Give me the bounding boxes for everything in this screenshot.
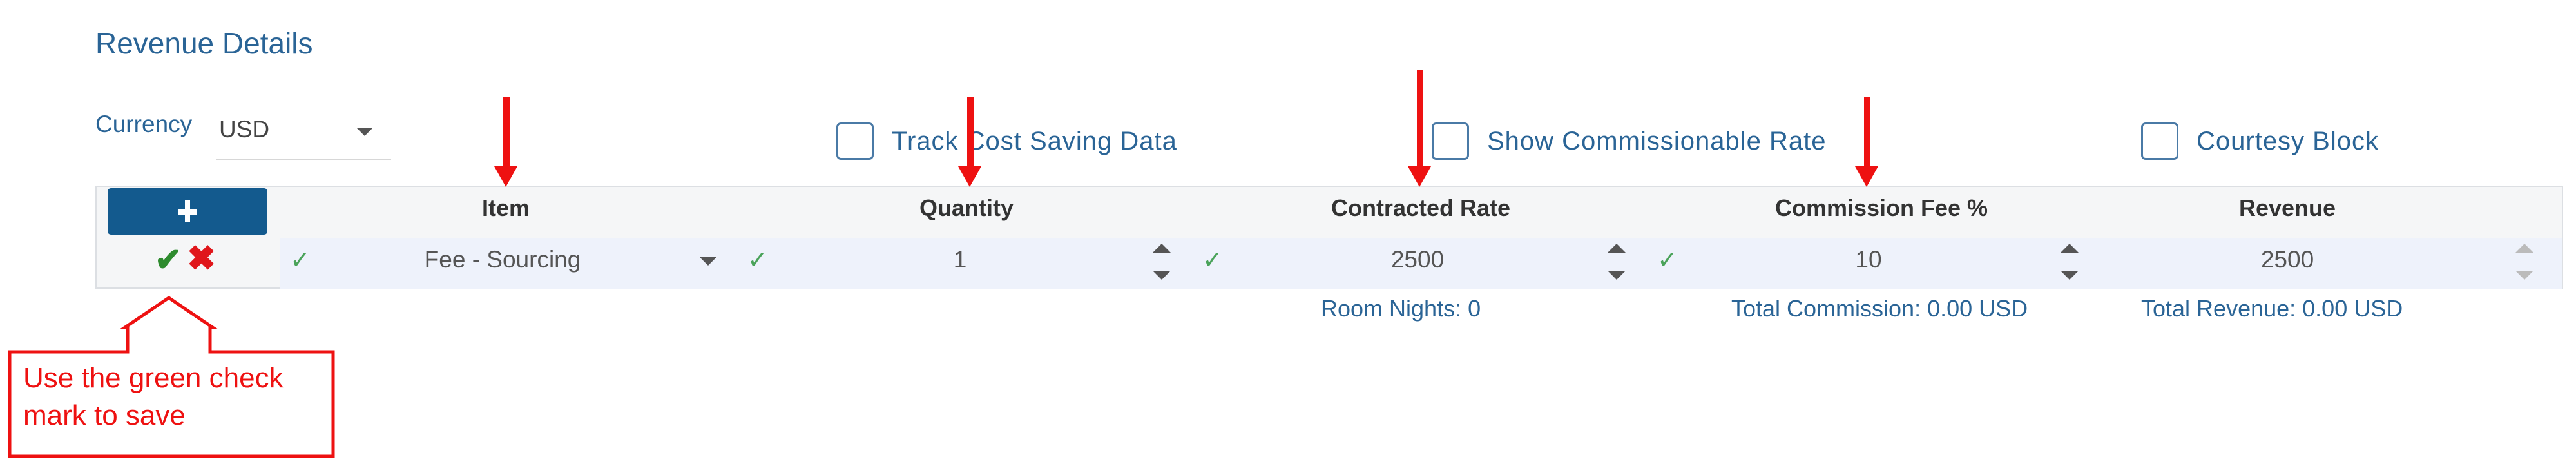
column-header-commission-fee: Commission Fee % bbox=[1774, 195, 1988, 221]
show-commissionable-rate-label: Show Commissionable Rate bbox=[1487, 126, 1827, 155]
add-row-button[interactable]: + bbox=[108, 188, 267, 235]
column-header-quantity: Quantity bbox=[919, 195, 1014, 221]
track-cost-saving-label: Track Cost Saving Data bbox=[892, 126, 1177, 155]
stepper-up-icon bbox=[2515, 244, 2533, 253]
annotation-arrow-icon bbox=[1855, 97, 1878, 187]
stepper-up-icon[interactable] bbox=[2061, 244, 2079, 253]
track-cost-saving-checkbox[interactable]: Track Cost Saving Data bbox=[836, 122, 1177, 160]
checkbox-box[interactable] bbox=[2141, 122, 2178, 160]
checkbox-box[interactable] bbox=[836, 122, 874, 160]
currency-label: Currency bbox=[95, 111, 193, 137]
total-revenue-summary: Total Revenue: 0.00 USD bbox=[2141, 295, 2403, 322]
revenue-value: 2500 bbox=[2260, 246, 2314, 273]
valid-check-icon: ✓ bbox=[290, 247, 311, 274]
commission-fee-stepper[interactable] bbox=[2060, 244, 2079, 280]
valid-check-icon: ✓ bbox=[1657, 247, 1678, 274]
contracted-rate-input[interactable]: 2500 bbox=[1340, 246, 1495, 273]
currency-value: USD bbox=[219, 116, 270, 142]
column-header-item: Item bbox=[481, 195, 530, 221]
cancel-x-icon[interactable]: ✖ bbox=[187, 241, 216, 276]
stepper-up-icon[interactable] bbox=[1153, 244, 1171, 253]
room-nights-summary: Room Nights: 0 bbox=[1321, 295, 1481, 322]
total-commission-summary: Total Commission: 0.00 USD bbox=[1731, 295, 2028, 322]
currency-select[interactable]: USD bbox=[216, 108, 391, 160]
quantity-input[interactable]: 1 bbox=[889, 246, 1031, 273]
courtesy-block-label: Courtesy Block bbox=[2196, 126, 2379, 155]
save-hint-callout: Use the green check mark to save bbox=[8, 295, 335, 458]
annotation-arrow-icon bbox=[494, 97, 517, 187]
chevron-down-icon bbox=[356, 128, 373, 136]
stepper-down-icon[interactable] bbox=[1153, 271, 1171, 280]
courtesy-block-checkbox[interactable]: Courtesy Block bbox=[2141, 122, 2379, 160]
stepper-up-icon[interactable] bbox=[1608, 244, 1626, 253]
stepper-down-icon[interactable] bbox=[2061, 271, 2079, 280]
plus-icon: + bbox=[177, 192, 198, 231]
checkbox-box[interactable] bbox=[1432, 122, 1469, 160]
stepper-down-icon[interactable] bbox=[1608, 271, 1626, 280]
item-select[interactable]: Fee - Sourcing bbox=[387, 246, 619, 273]
revenue-stepper bbox=[2515, 244, 2534, 280]
callout-text: Use the green check mark to save bbox=[23, 362, 284, 431]
save-check-icon[interactable]: ✔ bbox=[155, 244, 182, 276]
contracted-rate-stepper[interactable] bbox=[1607, 244, 1626, 280]
commission-fee-input[interactable]: 10 bbox=[1791, 246, 1946, 273]
show-commissionable-rate-checkbox[interactable]: Show Commissionable Rate bbox=[1432, 122, 1826, 160]
annotation-arrow-icon bbox=[1408, 70, 1431, 187]
valid-check-icon: ✓ bbox=[1202, 247, 1223, 274]
stepper-down-icon bbox=[2515, 271, 2533, 280]
column-header-contracted-rate: Contracted Rate bbox=[1331, 195, 1511, 221]
section-title: Revenue Details bbox=[95, 26, 313, 60]
valid-check-icon: ✓ bbox=[747, 247, 768, 274]
column-header-revenue: Revenue bbox=[2238, 195, 2336, 221]
quantity-stepper[interactable] bbox=[1152, 244, 1171, 280]
annotation-arrow-icon bbox=[958, 97, 981, 187]
chevron-down-icon[interactable] bbox=[699, 257, 717, 266]
